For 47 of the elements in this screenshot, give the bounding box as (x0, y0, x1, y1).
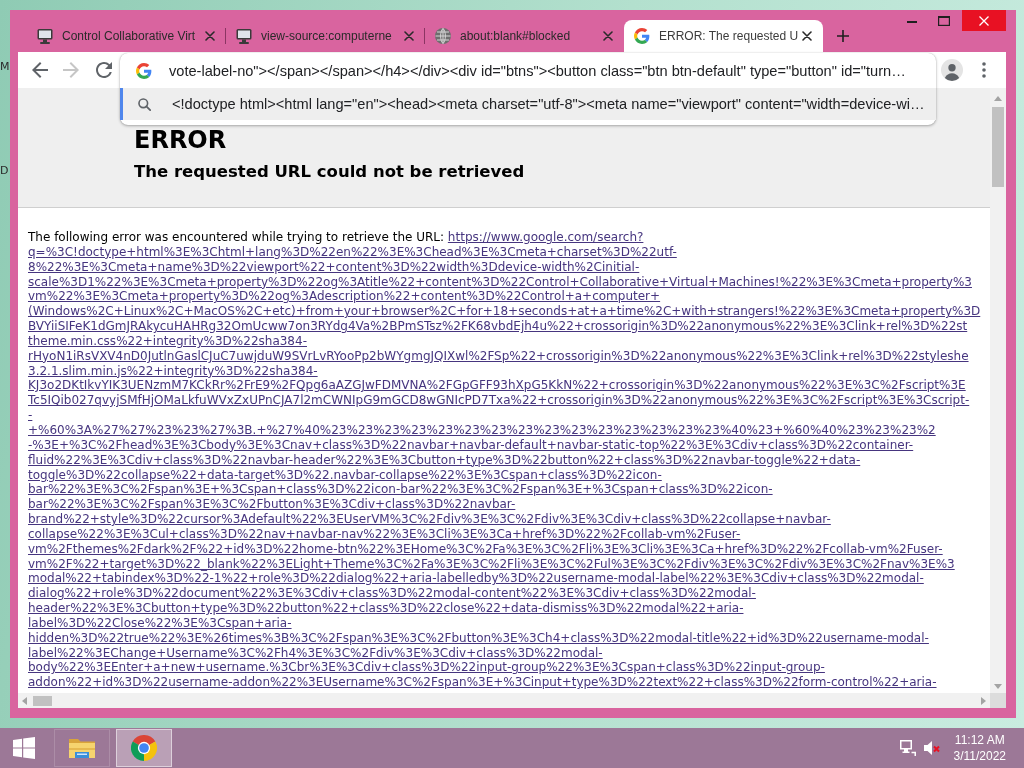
g-logo-icon (136, 62, 152, 79)
desktop-icon-label[interactable]: D (0, 164, 9, 178)
back-arrow-icon[interactable] (32, 62, 48, 78)
error-message: The following error was encountered while trying to retrieve the URL: (28, 230, 445, 244)
scroll-down-arrow-icon[interactable] (994, 684, 1002, 689)
reload-icon[interactable] (96, 62, 112, 78)
globe-icon (435, 28, 451, 44)
error-heading: The requested URL could not be retrieved (134, 162, 525, 182)
plus-icon[interactable] (837, 30, 849, 42)
search-icon (138, 97, 151, 111)
browser-tab[interactable]: Control Collaborative Virt (27, 20, 226, 52)
speaker-icon[interactable] (923, 740, 940, 756)
close-icon (979, 15, 989, 26)
menu-icon[interactable] (982, 62, 986, 78)
browser-tab[interactable]: view-source:computerne (226, 20, 425, 52)
address-field[interactable]: vote-label-no"></span></span></h4></div><div id="btns"><button class="btn btn-default" type="button" id="turn… (120, 53, 936, 88)
suggestion-item[interactable]: <!doctype html><html lang="en"><head><meta charset="utf-8"><meta name="viewport" content="width=device-wi… (120, 88, 936, 120)
minimize-icon[interactable] (907, 20, 917, 23)
vertical-scrollbar[interactable] (990, 88, 1006, 693)
error-url-link[interactable]: https://www.google.com/search? (447, 230, 644, 244)
taskbar-app-button[interactable] (54, 729, 110, 767)
maximize-icon[interactable] (938, 15, 950, 26)
person-silhouette-icon[interactable] (941, 59, 963, 81)
scrollbar-corner (990, 693, 1006, 708)
monitor-icon (37, 28, 53, 44)
horizontal-scrollbar[interactable] (18, 693, 990, 708)
scrollbar-thumb[interactable] (33, 695, 52, 706)
scroll-right-arrow-icon[interactable] (981, 696, 986, 705)
close-icon[interactable] (802, 31, 812, 41)
browser-logo-icon (131, 735, 157, 761)
scrollbar-thumb[interactable] (992, 107, 1004, 187)
desktop-icon-label[interactable]: M (0, 60, 10, 74)
browser-tab[interactable]: ERROR: The requested U (624, 20, 823, 52)
error-url-link[interactable]: q=%3C!doctype+html%3E%3Chtml+lang%3D%22en%22%3E%3Chead%3E%3Cmeta+charset%3D%22utf- 8%22%3E%3Cmeta+name%3D%22viewport%22+content%3D%22width%3Ddevice-width%2Cinitial- scale%3D1%22%3E%3Cmeta+property%3D%22og%3Atitle%22+content%3D%22Control+Collaborative+Virtual+Machines!%22%3E%3Cmeta+property%3 vm%22%3E%3Cmeta+property%3D%22og%3Adescription%22+content%3D%22Control+a+computer+ (Windows%2C+Linux%2C+MacOS%2C+etc)+from+your+browser%2C+for+18+seconds+at+a+time%2C+with+strangers!%22%3E%3Cmeta+property%3D BVYiiSIFeK1dGmJRAkycuHAHRg32OmUcww7on3RYdg4Va%2BPmSTsz%2FK68vbdEjh4u%22+crossorigin%3D%22anonymous%22%3E%3Clink+rel%3D%22st theme.min.css%22+integrity%3D%22sha384- rHyoN1iRsVXV4nD0JutlnGaslCJuC7uwjduW9SVrLvRYooPp2bWYgmgJQIXwl%2FSp%22+crossorigin%3D%22anonymous%22%3E%3Clink+rel%3D%22styleshe 3.2.1.slim.min.js%22+integrity%3D%22sha384- KJ3o2DKtIkvYIK3UENzmM7KCkRr%2FrE9%2FQpg6aAZGJwFDMVNA%2FGpGFF93hXpG5KkN%22+crossorigin%3D%22anonymous%22%3E%3C%2Fscript%3E Tc5IQib027qvyjSMfHjOMaLkfuWVxZxUPnCJA7l2mCWNIpG9mGCD8wGNIcPD7Txa%22+crossorigin%3D%22anonymous%22%3E%3C%2Fscript%3E%3Cscript- - +%60%3A%27%27%23%23%27%3B.+%27%40%23%23%23%23%23%23%23%23%23%23%23%23%23%23%23%40%23+%60%40%23%23%23%2 -%3E+%3C%2Fhead%3E%3Cbody%3E%3Cnav+class%3D%22navbar+navbar-default+navbar-static-top%22%3E%3Cdiv+class%3D%22container- fluid%22%3E%3Cdiv+class%3D%22navbar-header%22%3E%3Cbutton+type%3D%22button%22+class%3D%22navbar-toggle%22+data- toggle%3D%22collapse%22+data-target%3D%22.navbar-collapse%22%3E%3Cspan+class%3D%22icon- bar%22%3E%3C%2Fspan%3E+%3Cspan+class%3D%22icon-bar%22%3E%3C%2Fspan%3E+%3Cspan+class%3D%22icon- bar%22%3E%3C%2Fspan%3E%3C%2Fbutton%3E%3Cdiv+class%3D%22navbar- brand%22+style%3D%22cursor%3Adefault%22%3EUserVM%3C%2Fdiv%3E%3C%2Fdiv%3E%3Cdiv+class%3D%22collapse+navbar- collapse%22%3E%3Cul+class%3D%22nav+navbar-nav%22%3E%3Cli%3E%3Ca+href%3D%22%2Fcollab-vm%2Fuser- vm%2Fthemes%2Fdark%2F%22+id%3D%22home-btn%22%3EHome%3C%2Fa%3E%3C%2Fli%3E%3Cli%3E%3Ca+href%3D%22%2Fcollab-vm%2Fuser- vm%2F%22+target%3D%22_blank%22%3ELight+Theme%3C%2Fa%3E%3C%2Fli%3E%3C%2Ful%3E%3C%2Fdiv%3E%3C%2Fdiv%3E%3C%2Fnav%3E%3 modal%22+tabindex%3D%22-1%22+role%3D%22dialog%22+aria-labelledby%3D%22username-modal-label%22%3E%3Cdiv+class%3D%22modal- dialog%22+role%3D%22document%22%3E%3Cdiv+class%3D%22modal-content%22%3E%3Cdiv+class%3D%22modal- header%22%3E%3Cbutton+type%3D%22button%22+class%3D%22close%22+data-dismiss%3D%22modal%22+aria- label%3D%22Close%22%3E%3Cspan+aria- hidden%3D%22true%22%3E%26times%3B%3C%2Fspan%3E%3C%2Fbutton%3E%3Ch4+class%3D%22modal-title%22+id%3D%22username-modal- label%22%3EChange+Username%3C%2Fh4%3E%3C%2Fdiv%3E%3Cdiv+class%3D%22modal- body%22%3EEnter+a+new+username.%3Cbr%3E%3Cdiv+class%3D%22input-group%22%3E%3Cspan+class%3D%22input-group- addon%22+id%3D%22username-addon%22%3EUsername%3C%2Fspan%3E+%3Cinput+type%3D%22text%22+class%3D%22form-control%22+aria- (28, 244, 981, 691)
folder-icon (68, 736, 96, 760)
clock-date[interactable]: 3/11/2022 (953, 748, 1006, 764)
error-title: ERROR (134, 128, 227, 152)
clock-time[interactable]: 11:12 AM (954, 732, 1005, 748)
scroll-up-arrow-icon[interactable] (994, 96, 1002, 101)
browser-tab[interactable]: about:blank#blocked (425, 20, 624, 52)
network-icon[interactable] (899, 740, 916, 756)
taskbar-app-button[interactable] (116, 729, 172, 767)
scroll-left-arrow-icon[interactable] (22, 696, 27, 705)
monitor-icon (236, 28, 252, 44)
start-logo-icon[interactable] (13, 737, 35, 759)
window-close-button[interactable] (962, 10, 1006, 31)
g-logo-icon (634, 28, 650, 44)
